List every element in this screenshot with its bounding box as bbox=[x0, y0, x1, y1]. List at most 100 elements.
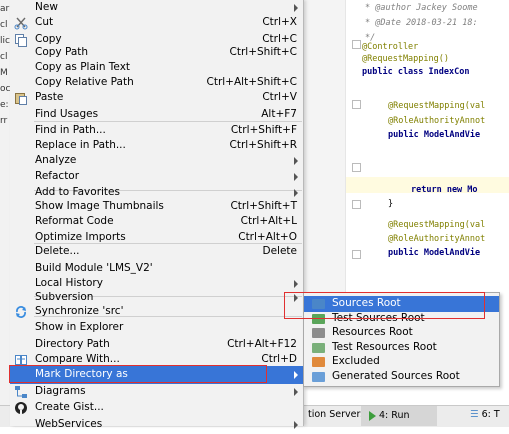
menu-item-shortcut: Ctrl+Shift+F bbox=[230, 124, 297, 136]
tree-fragment: M bbox=[0, 68, 8, 78]
menu-item-label: Subversion bbox=[35, 291, 94, 303]
cut-icon bbox=[14, 16, 28, 30]
menu-item-paste[interactable]: Paste Ctrl+V bbox=[10, 89, 303, 107]
paste-icon bbox=[14, 91, 28, 105]
menu-item-shortcut: Ctrl+X bbox=[262, 16, 297, 28]
menu-item-label: Create Gist... bbox=[35, 401, 104, 413]
menu-item-shortcut: Ctrl+Alt+Shift+C bbox=[206, 76, 298, 88]
code-line: public ModelAndVie bbox=[388, 130, 481, 140]
code-line: return new Mo bbox=[411, 185, 478, 195]
code-line: public ModelAndVie bbox=[388, 248, 481, 258]
menu-item-show-in-explorer[interactable]: Show in Explorer bbox=[10, 319, 303, 337]
folder-icon bbox=[312, 342, 325, 353]
tree-fragment: oc bbox=[0, 84, 10, 94]
submenu-item-label: Test Resources Root bbox=[332, 340, 437, 353]
menu-item-label: Refactor bbox=[35, 170, 80, 182]
mark-directory-callout bbox=[9, 365, 267, 383]
sources-root-callout bbox=[284, 292, 485, 319]
run-tab[interactable]: 4: Run bbox=[361, 406, 437, 426]
folder-icon bbox=[312, 371, 325, 382]
menu-item-shortcut: Ctrl+Alt+F12 bbox=[227, 338, 297, 350]
menu-item-label: Local History bbox=[35, 277, 103, 289]
diagram-icon bbox=[14, 385, 28, 399]
run-tab-label: 4: Run bbox=[379, 410, 410, 421]
menu-item-label: Compare With... bbox=[35, 353, 120, 365]
menu-item-label: Optimize Imports bbox=[35, 231, 126, 243]
menu-item-shortcut: Ctrl+Alt+O bbox=[238, 231, 297, 243]
sync-icon bbox=[14, 305, 28, 319]
menu-item-label: Show in Explorer bbox=[35, 321, 124, 333]
code-line: public class IndexCon bbox=[362, 67, 470, 77]
menu-item-label: Diagrams bbox=[35, 385, 86, 397]
menu-item-label: Copy Relative Path bbox=[35, 76, 134, 88]
menu-item-shortcut: Ctrl+Shift+C bbox=[229, 46, 297, 58]
submenu-item-generated-sources-root[interactable]: Generated Sources Root bbox=[304, 369, 499, 385]
code-line: @RoleAuthorityAnnot bbox=[388, 234, 486, 244]
submenu-arrow-icon bbox=[294, 371, 298, 379]
tree-fragment: cl bbox=[0, 20, 8, 30]
menu-item-shortcut: Alt+F7 bbox=[261, 108, 297, 120]
folder-icon bbox=[312, 357, 325, 367]
menu-item-label: Copy Path bbox=[35, 46, 89, 58]
menu-item-label: Directory Path bbox=[35, 338, 110, 350]
menu-item-label: Delete... bbox=[35, 245, 80, 257]
fold-marker[interactable] bbox=[352, 40, 361, 49]
code-line: @RequestMapping(val bbox=[388, 220, 486, 230]
fold-marker[interactable] bbox=[352, 250, 361, 259]
run-icon bbox=[369, 410, 376, 421]
menu-item-shortcut: Ctrl+Alt+L bbox=[240, 215, 297, 227]
context-menu: New Cut Ctrl+X Copy Ctrl+C Copy Path Ctrl+Shif… bbox=[10, 0, 304, 430]
code-line: @RoleAuthorityAnnot bbox=[388, 116, 486, 126]
menu-item-delete[interactable]: Delete... Delete bbox=[10, 243, 303, 261]
submenu-item-label: Resources Root bbox=[332, 326, 413, 338]
menu-item-label: Cut bbox=[35, 16, 54, 28]
menu-item-label: Add to Favorites bbox=[35, 186, 120, 198]
submenu-arrow-icon bbox=[294, 388, 298, 396]
menu-item-label: Synchronize 'src' bbox=[35, 305, 124, 317]
menu-item-label: Paste bbox=[35, 91, 64, 103]
tree-fragment: lic bbox=[0, 36, 10, 46]
submenu-arrow-icon bbox=[294, 189, 298, 197]
folder-icon bbox=[312, 328, 325, 338]
submenu-arrow-icon bbox=[294, 157, 298, 165]
code-line: } bbox=[388, 199, 394, 209]
github-icon bbox=[14, 401, 28, 415]
submenu-arrow-icon bbox=[294, 280, 298, 288]
app-servers-tab[interactable]: tion Servers bbox=[308, 409, 365, 420]
submenu-arrow-icon bbox=[294, 173, 298, 181]
submenu-item-label: Generated Sources Root bbox=[332, 369, 460, 382]
fold-marker[interactable] bbox=[352, 163, 361, 172]
code-line: @RequestMapping() bbox=[362, 54, 449, 64]
fold-marker[interactable] bbox=[352, 100, 361, 109]
menu-item-label: WebServices bbox=[35, 418, 103, 430]
project-tree-strip: ar cl lic cl Moc e: rr bbox=[0, 0, 10, 426]
menu-item-label: Show Image Thumbnails bbox=[35, 200, 164, 212]
tree-fragment: ar bbox=[0, 4, 10, 14]
menu-item-create-gist[interactable]: Create Gist... bbox=[10, 399, 303, 417]
tree-fragment: rr bbox=[0, 116, 8, 126]
menu-item-shortcut: Delete bbox=[262, 245, 298, 257]
tree-fragment: e: bbox=[0, 100, 9, 110]
menu-item-label: New bbox=[35, 1, 58, 13]
menu-item-label: Analyze bbox=[35, 154, 77, 166]
code-line: @RequestMapping(val bbox=[388, 101, 486, 111]
menu-item-label: Build Module 'LMS_V2' bbox=[35, 262, 153, 274]
submenu-arrow-icon bbox=[294, 421, 298, 429]
menu-item-shortcut: Ctrl+Shift+R bbox=[229, 139, 297, 151]
menu-item-cut[interactable]: Cut Ctrl+X bbox=[10, 14, 303, 32]
code-line: * @author Jackey Soome bbox=[365, 3, 478, 13]
submenu-arrow-icon bbox=[294, 4, 298, 12]
menu-item-label: Find in Path... bbox=[35, 124, 106, 136]
menu-item-label: Replace in Path... bbox=[35, 139, 126, 151]
menu-item-label: Copy as Plain Text bbox=[35, 61, 131, 73]
code-line: * @Date 2018-03-21 18: bbox=[365, 18, 478, 28]
todo-tab[interactable]: ☰ 6: T bbox=[470, 409, 500, 420]
submenu-item-label: Excluded bbox=[332, 355, 380, 367]
menu-item-shortcut: Ctrl+D bbox=[261, 353, 297, 365]
code-line: @Controller bbox=[362, 42, 419, 52]
menu-item-shortcut: Ctrl+Shift+T bbox=[230, 200, 297, 212]
menu-item-webservices[interactable]: WebServices bbox=[10, 416, 303, 434]
menu-item-label: Find Usages bbox=[35, 108, 99, 120]
fold-marker[interactable] bbox=[352, 200, 361, 209]
menu-item-shortcut: Ctrl+V bbox=[262, 91, 297, 103]
